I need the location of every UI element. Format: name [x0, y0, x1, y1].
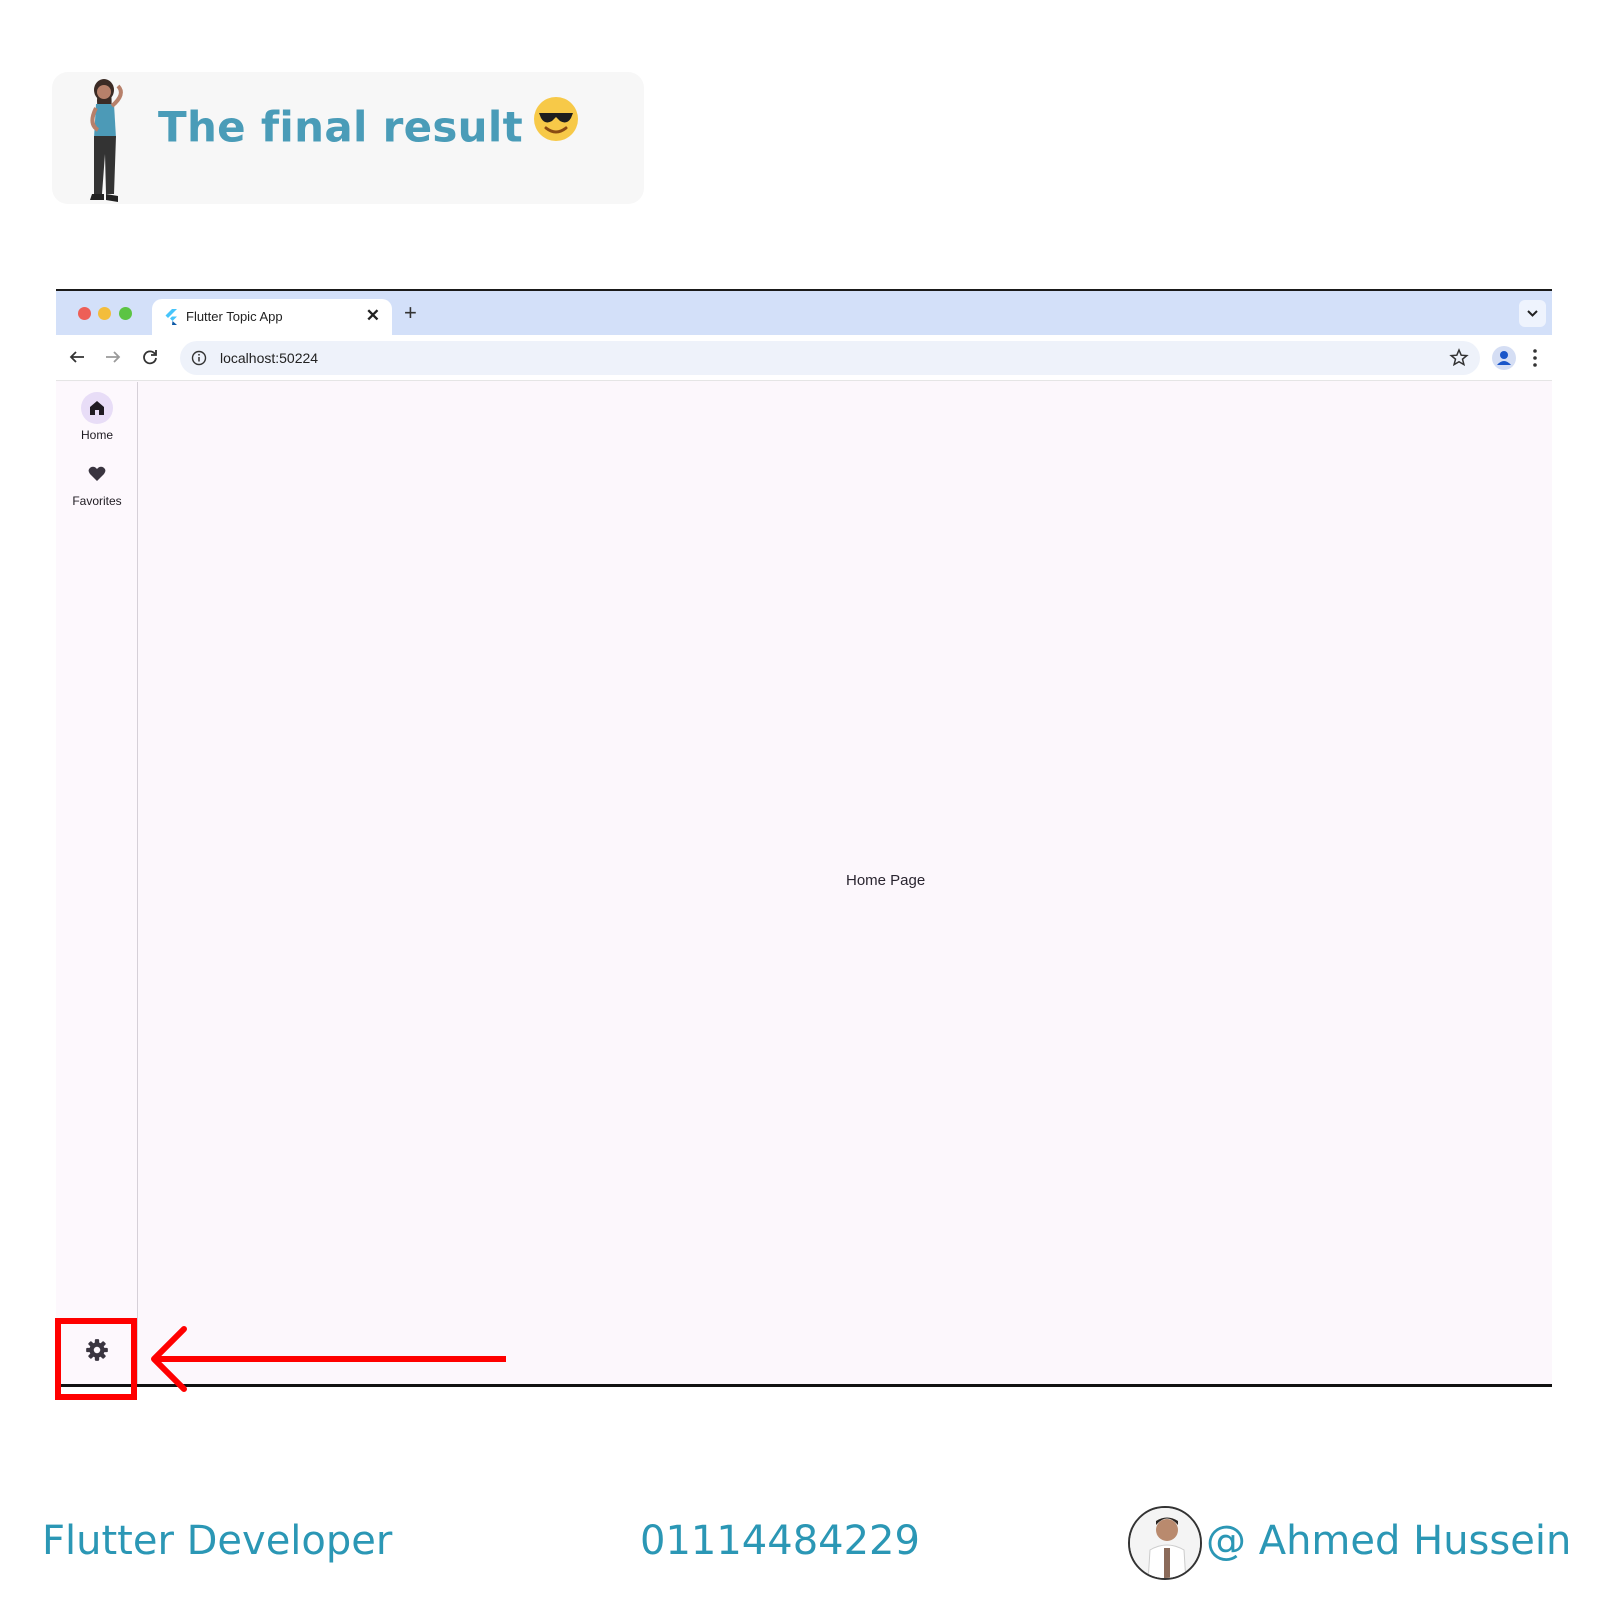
nav-indicator	[81, 392, 113, 424]
tab-search-button[interactable]	[1519, 300, 1546, 327]
bookmark-star-icon[interactable]	[1448, 347, 1470, 369]
flutter-logo-icon	[165, 309, 177, 325]
nav-indicator	[81, 458, 113, 490]
nav-label-home: Home	[80, 428, 113, 442]
nav-item-home[interactable]: Home	[56, 392, 138, 442]
title-text: The final result	[158, 102, 523, 152]
pointer-arrow	[151, 1326, 506, 1392]
tab-strip: Flutter Topic App ✕ +	[56, 291, 1552, 335]
address-bar[interactable]: localhost:50224	[180, 341, 1480, 375]
browser-toolbar: localhost:50224	[56, 335, 1552, 381]
page: The final result Flutter Topic App ✕ + l…	[0, 0, 1600, 1600]
footer-role: Flutter Developer	[42, 1518, 393, 1564]
highlight-box	[55, 1318, 137, 1400]
profile-avatar-icon[interactable]	[1492, 346, 1516, 370]
forward-arrow-icon[interactable]	[102, 346, 124, 368]
nav-item-favorites[interactable]: Favorites	[56, 458, 138, 508]
home-icon	[90, 401, 104, 415]
footer-author: @ Ahmed Hussein	[1206, 1518, 1572, 1564]
thinking-person-illustration	[90, 79, 123, 202]
app-viewport: Home Favorites Home Page	[56, 382, 1552, 1384]
maximize-window-button[interactable]	[119, 307, 132, 320]
browser-window: Flutter Topic App ✕ + localhost:50224 Ho…	[56, 289, 1552, 1387]
reload-icon[interactable]	[139, 346, 161, 368]
chevron-down-icon	[1527, 310, 1538, 317]
avatar	[1128, 1506, 1202, 1580]
more-menu-icon[interactable]	[1530, 346, 1540, 370]
close-tab-icon[interactable]: ✕	[366, 306, 380, 326]
navigation-rail: Home Favorites	[56, 382, 138, 1384]
browser-tab[interactable]: Flutter Topic App ✕	[152, 299, 392, 335]
url-text: localhost:50224	[220, 350, 319, 366]
close-window-button[interactable]	[78, 307, 91, 320]
minimize-window-button[interactable]	[98, 307, 111, 320]
author-photo	[1130, 1508, 1200, 1578]
home-page-text: Home Page	[846, 872, 926, 889]
heart-icon	[88, 466, 106, 481]
info-icon[interactable]	[190, 349, 208, 367]
smiling-face-with-sunglasses-icon	[533, 96, 579, 152]
page-title: The final result	[158, 97, 579, 158]
tab-title: Flutter Topic App	[186, 309, 283, 324]
title-card: The final result	[52, 72, 644, 204]
new-tab-button[interactable]: +	[404, 300, 417, 326]
nav-label-favorites: Favorites	[72, 494, 122, 508]
footer-phone: 01114484229	[640, 1518, 920, 1564]
back-arrow-icon[interactable]	[66, 346, 88, 368]
